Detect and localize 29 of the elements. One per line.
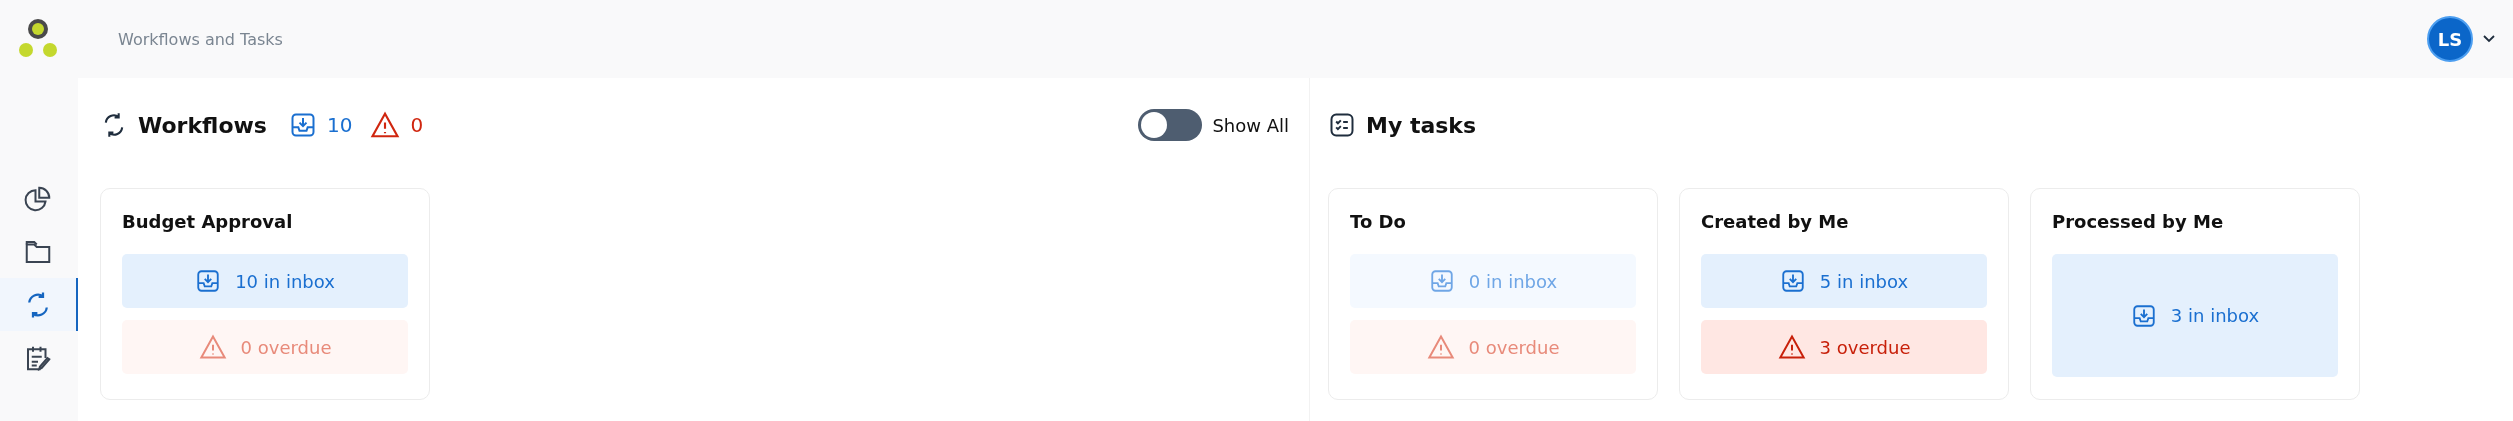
inbox-tile[interactable]: 10 in inbox [122, 254, 408, 308]
toggle-label: Show All [1212, 114, 1289, 136]
inbox-icon [195, 268, 222, 294]
inbox-icon [1779, 268, 1806, 294]
checklist-icon [1328, 111, 1356, 139]
warning-icon [1426, 333, 1455, 361]
card-title: To Do [1350, 211, 1407, 232]
task-card[interactable]: Processed by Me 3 in inbox [2030, 188, 2360, 400]
show-all-toggle[interactable] [1138, 109, 1203, 141]
inbox-count: 10 [326, 113, 353, 137]
warning-icon [370, 110, 401, 140]
user-avatar[interactable]: LS [2427, 16, 2473, 62]
overdue-tile[interactable]: 3 overdue [1701, 320, 1987, 374]
card-title: Processed by Me [2052, 211, 2225, 232]
inbox-icon [2130, 302, 2157, 329]
warning-icon [198, 333, 227, 361]
page-title: Workflows and Tasks [118, 29, 284, 49]
inbox-icon [1428, 268, 1455, 294]
task-card[interactable]: Created by Me 5 in inbox 3 overdue [1679, 188, 2009, 400]
card-title: Created by Me [1701, 211, 1850, 232]
warning-icon [1777, 333, 1806, 361]
section-title: Workflows [138, 112, 267, 138]
overdue-count: 0 [410, 113, 424, 137]
card-title: Budget Approval [122, 211, 294, 232]
workflow-nav-item[interactable] [0, 278, 78, 331]
section-title: My tasks [1366, 112, 1477, 138]
inbox-tile[interactable]: 3 in inbox [2052, 254, 2338, 377]
caret-icon[interactable] [2483, 35, 2495, 43]
inbox-tile[interactable]: 5 in inbox [1701, 254, 1987, 308]
